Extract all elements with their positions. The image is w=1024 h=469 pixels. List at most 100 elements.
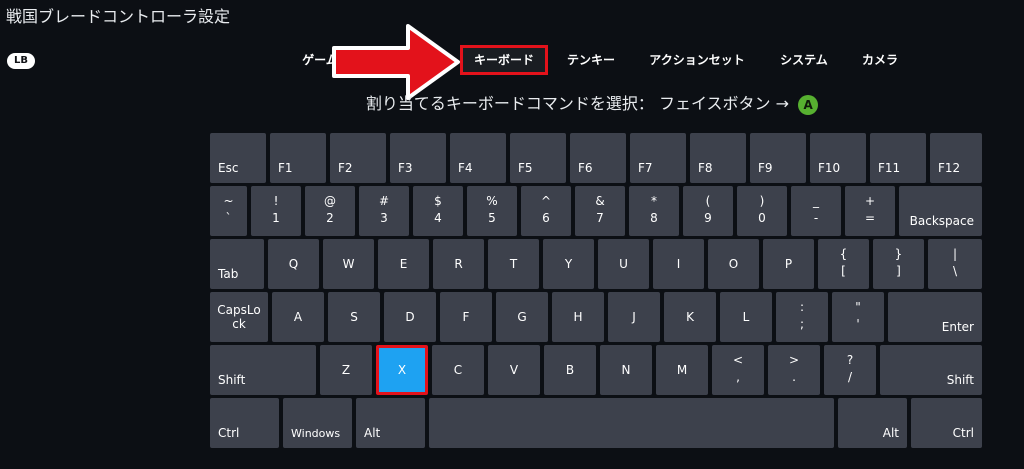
key-f9[interactable]: F9 bbox=[750, 133, 806, 183]
key-symbol[interactable]: <, bbox=[712, 345, 764, 395]
key-shift-char: } bbox=[894, 247, 903, 261]
key-o[interactable]: O bbox=[708, 239, 759, 289]
key-f6[interactable]: F6 bbox=[570, 133, 626, 183]
key-f8[interactable]: F8 bbox=[690, 133, 746, 183]
key-shift-char: @ bbox=[324, 194, 336, 208]
key-1[interactable]: ! 1 bbox=[251, 186, 301, 236]
key-i[interactable]: I bbox=[653, 239, 704, 289]
tab-keyboard[interactable]: キーボード bbox=[460, 45, 548, 75]
key-f3[interactable]: F3 bbox=[390, 133, 446, 183]
key-f1[interactable]: F1 bbox=[270, 133, 326, 183]
key-symbol[interactable]: {[ bbox=[818, 239, 869, 289]
key-j[interactable]: J bbox=[608, 292, 660, 342]
key-g[interactable]: G bbox=[496, 292, 548, 342]
key-c[interactable]: C bbox=[432, 345, 484, 395]
key-7[interactable]: & 7 bbox=[575, 186, 625, 236]
key-base-char: - bbox=[813, 211, 819, 225]
key-8[interactable]: * 8 bbox=[629, 186, 679, 236]
key-q[interactable]: Q bbox=[268, 239, 319, 289]
key-alt[interactable]: Alt bbox=[356, 398, 425, 448]
key-symbol[interactable]: _ - bbox=[791, 186, 841, 236]
key-symbol[interactable]: " ' bbox=[832, 292, 884, 342]
key-w[interactable]: W bbox=[323, 239, 374, 289]
key-symbol[interactable]: >. bbox=[768, 345, 820, 395]
key-2[interactable]: @2 bbox=[305, 186, 355, 236]
key-f7[interactable]: F7 bbox=[630, 133, 686, 183]
key-backspace[interactable]: Backspace bbox=[899, 186, 982, 236]
key-base-char: 1 bbox=[272, 211, 280, 225]
key-t[interactable]: T bbox=[488, 239, 539, 289]
key-f4[interactable]: F4 bbox=[450, 133, 506, 183]
key-space[interactable] bbox=[429, 398, 834, 448]
key-label: D bbox=[405, 310, 415, 324]
key-shift-char: & bbox=[595, 194, 605, 208]
key-f5[interactable]: F5 bbox=[510, 133, 566, 183]
key-symbol[interactable]: :; bbox=[776, 292, 828, 342]
key-label: I bbox=[676, 257, 681, 271]
key-b[interactable]: B bbox=[544, 345, 596, 395]
key-z[interactable]: Z bbox=[320, 345, 372, 395]
key-v[interactable]: V bbox=[488, 345, 540, 395]
key-4[interactable]: $4 bbox=[413, 186, 463, 236]
key-label: Shift bbox=[946, 373, 974, 387]
key-9[interactable]: (9 bbox=[683, 186, 733, 236]
key-u[interactable]: U bbox=[598, 239, 649, 289]
assign-prompt: 割り当てるキーボードコマンドを選択： フェイスボタン → A bbox=[0, 90, 1024, 115]
key-s[interactable]: S bbox=[328, 292, 380, 342]
key-base-char: ; bbox=[799, 317, 805, 331]
tab-system[interactable]: システム bbox=[772, 45, 836, 75]
key-e[interactable]: E bbox=[378, 239, 429, 289]
window-title: 戦国ブレードコントローラ設定 bbox=[6, 7, 231, 26]
key-shift-char: { bbox=[839, 247, 848, 261]
key-shift-char: ^ bbox=[540, 194, 552, 208]
key-symbol[interactable]: + = bbox=[845, 186, 895, 236]
key-n[interactable]: N bbox=[600, 345, 652, 395]
key-l[interactable]: L bbox=[720, 292, 772, 342]
key-tab[interactable]: Tab bbox=[210, 239, 264, 289]
key-label: Esc bbox=[218, 161, 239, 175]
key-f[interactable]: F bbox=[440, 292, 492, 342]
key-f2[interactable]: F2 bbox=[330, 133, 386, 183]
key-symbol[interactable]: ~ ` bbox=[210, 186, 247, 236]
key-f11[interactable]: F11 bbox=[870, 133, 926, 183]
key-shift-char: % bbox=[486, 194, 498, 208]
key-0[interactable]: ) 0 bbox=[737, 186, 787, 236]
key-esc[interactable]: Esc bbox=[210, 133, 266, 183]
key-6[interactable]: ^ 6 bbox=[521, 186, 571, 236]
key-ctrl[interactable]: Ctrl bbox=[210, 398, 279, 448]
key-shift-char: # bbox=[378, 194, 390, 208]
tab-camera[interactable]: カメラ bbox=[856, 45, 904, 75]
key-y[interactable]: Y bbox=[543, 239, 594, 289]
key-shift-char: $ bbox=[434, 194, 442, 208]
key-k[interactable]: K bbox=[664, 292, 716, 342]
key-ctrl[interactable]: Ctrl bbox=[911, 398, 982, 448]
key-alt[interactable]: Alt bbox=[838, 398, 907, 448]
tab-numpad[interactable]: テンキー bbox=[560, 45, 622, 75]
key-label: CapsLock bbox=[217, 303, 261, 331]
key-label: F10 bbox=[818, 161, 841, 175]
key-f10[interactable]: F10 bbox=[810, 133, 866, 183]
key-base-char: 0 bbox=[758, 211, 766, 225]
key-5[interactable]: % 5 bbox=[467, 186, 517, 236]
key-shift[interactable]: Shift bbox=[880, 345, 982, 395]
key-f12[interactable]: F12 bbox=[930, 133, 982, 183]
key-base-char: ] bbox=[896, 264, 901, 278]
key-r[interactable]: R bbox=[433, 239, 484, 289]
key-symbol[interactable]: }] bbox=[873, 239, 924, 289]
key-x[interactable]: X bbox=[376, 345, 428, 395]
key-label: F4 bbox=[458, 161, 473, 175]
key-label: S bbox=[350, 310, 358, 324]
key-capslock[interactable]: CapsLock bbox=[210, 292, 268, 342]
key-p[interactable]: P bbox=[763, 239, 814, 289]
key-symbol[interactable]: ? / bbox=[824, 345, 876, 395]
key-enter[interactable]: Enter bbox=[888, 292, 982, 342]
tab-action-set[interactable]: アクションセット bbox=[642, 45, 752, 75]
key-3[interactable]: #3 bbox=[359, 186, 409, 236]
key-shift[interactable]: Shift bbox=[210, 345, 316, 395]
key-h[interactable]: H bbox=[552, 292, 604, 342]
key-a[interactable]: A bbox=[272, 292, 324, 342]
key-symbol[interactable]: | \ bbox=[928, 239, 982, 289]
key-m[interactable]: M bbox=[656, 345, 708, 395]
key-d[interactable]: D bbox=[384, 292, 436, 342]
key-windows[interactable]: Windows bbox=[283, 398, 352, 448]
